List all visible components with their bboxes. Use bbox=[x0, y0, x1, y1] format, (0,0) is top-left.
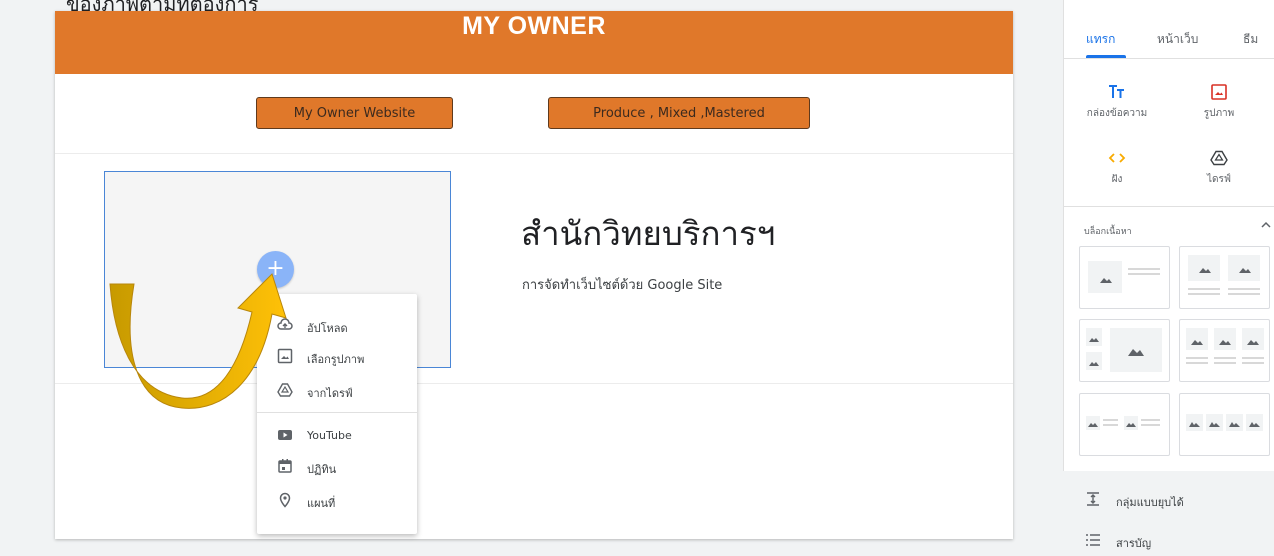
section-subtext: การจัดทำเว็บไซต์ด้วย Google Site bbox=[522, 278, 723, 293]
menu-item-label: เลือกรูปภาพ bbox=[307, 353, 365, 366]
section-divider bbox=[55, 153, 1013, 154]
menu-separator bbox=[257, 412, 417, 413]
panel-divider bbox=[1064, 58, 1274, 59]
tab-insert[interactable]: แทรก bbox=[1086, 30, 1115, 49]
layout-preview bbox=[1186, 328, 1264, 364]
list-icon bbox=[1086, 534, 1100, 546]
layout-preview bbox=[1086, 328, 1162, 372]
tool-label: ฝัง bbox=[1111, 174, 1123, 185]
menu-item-calendar[interactable]: ปฏิทิน bbox=[257, 452, 417, 482]
layout-preview bbox=[1188, 255, 1260, 295]
collapsible-icon bbox=[1087, 492, 1099, 506]
tool-label: รูปภาพ bbox=[1203, 108, 1235, 119]
image-icon bbox=[1211, 84, 1227, 100]
layout-preview bbox=[1186, 414, 1263, 431]
layout-preview bbox=[1088, 261, 1160, 293]
panel-divider bbox=[1064, 206, 1274, 207]
layout-card[interactable] bbox=[1079, 246, 1170, 309]
calendar-icon bbox=[278, 459, 292, 473]
chevron-up-icon[interactable] bbox=[1260, 219, 1272, 231]
menu-item-label: จากไดรฟ์ bbox=[307, 387, 353, 400]
tool-label: กล่องข้อความ bbox=[1086, 108, 1148, 119]
menu-item-label: ปฏิทิน bbox=[307, 463, 337, 476]
tool-text-box[interactable]: กล่องข้อความ bbox=[1072, 84, 1162, 121]
menu-item-label: อัปโหลด bbox=[307, 322, 348, 335]
nav-button-my-owner-website[interactable]: My Owner Website bbox=[256, 97, 453, 129]
menu-item-label: YouTube bbox=[307, 429, 352, 442]
tool-embed[interactable]: ฝัง bbox=[1072, 150, 1162, 187]
panel-item-table-of-contents[interactable]: สารบัญ bbox=[1063, 526, 1274, 556]
layout-preview bbox=[1086, 416, 1160, 430]
drive-icon bbox=[1210, 150, 1228, 166]
side-panel: แทรก หน้าเว็บ ธีม กล่องข้อความ รูปภาพ ฝั… bbox=[1063, 0, 1274, 547]
map-pin-icon bbox=[279, 492, 291, 508]
panel-bottom-list: กลุ่มแบบยุบได้ สารบัญ bbox=[1063, 471, 1274, 550]
tab-pages[interactable]: หน้าเว็บ bbox=[1157, 30, 1198, 49]
menu-item-label: แผนที่ bbox=[307, 497, 336, 510]
layout-card[interactable] bbox=[1179, 246, 1270, 309]
tool-drive[interactable]: ไดรฟ์ bbox=[1174, 150, 1264, 187]
curved-arrow-icon bbox=[109, 273, 287, 409]
layout-card[interactable] bbox=[1079, 319, 1170, 382]
site-title: MY OWNER bbox=[462, 12, 606, 40]
menu-item-map[interactable]: แผนที่ bbox=[257, 486, 417, 516]
panel-item-collapsible-group[interactable]: กลุ่มแบบยุบได้ bbox=[1063, 485, 1274, 515]
layout-card[interactable] bbox=[1179, 393, 1270, 456]
section-title-content-blocks: บล็อกเนื้อหา bbox=[1084, 227, 1132, 237]
menu-item-youtube[interactable]: YouTube bbox=[257, 421, 417, 451]
tool-image[interactable]: รูปภาพ bbox=[1174, 84, 1264, 121]
layout-card[interactable] bbox=[1179, 319, 1270, 382]
text-box-icon bbox=[1109, 85, 1124, 98]
nav-button-produce-mixed-mastered[interactable]: Produce , Mixed ,Mastered bbox=[548, 97, 810, 129]
embed-icon bbox=[1108, 153, 1126, 163]
panel-item-label: สารบัญ bbox=[1116, 537, 1152, 550]
tool-label: ไดรฟ์ bbox=[1207, 174, 1231, 185]
panel-item-label: กลุ่มแบบยุบได้ bbox=[1116, 496, 1184, 509]
section-heading: สำนักวิทยบริการฯ bbox=[521, 214, 776, 253]
header-banner: MY OWNER bbox=[55, 11, 1013, 74]
youtube-icon bbox=[278, 430, 292, 440]
tab-themes[interactable]: ธีม bbox=[1243, 30, 1258, 49]
layout-card[interactable] bbox=[1079, 393, 1170, 456]
